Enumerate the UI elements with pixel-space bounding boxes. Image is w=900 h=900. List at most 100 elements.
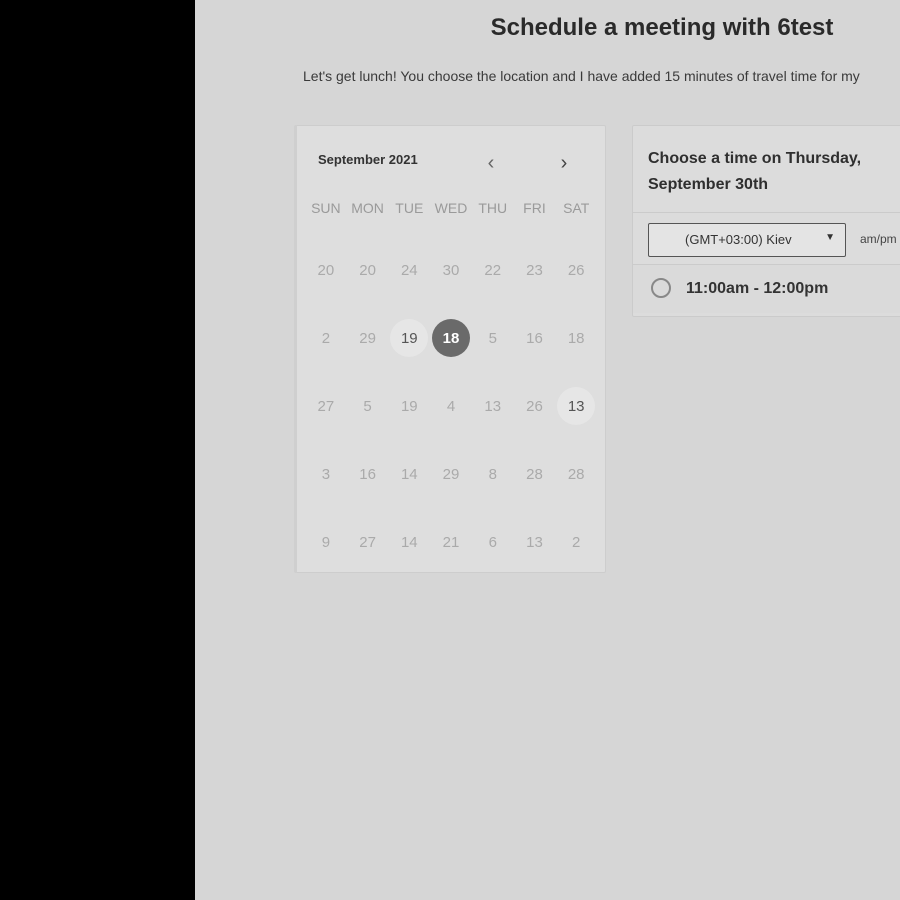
calendar-day: 2 [305,304,347,372]
ampm-toggle[interactable]: am/pm [860,232,897,246]
calendar-day: 24 [388,236,430,304]
weekday-header: SUN MON TUE WED THU FRI SAT [305,200,597,216]
calendar-day-number: 26 [567,261,585,279]
calendar-day-number: 13 [526,533,543,551]
calendar-day-number: 22 [484,261,502,279]
calendar-day-number: 19 [400,329,418,347]
calendar-day: 4 [430,372,472,440]
calendar-day: 27 [305,372,347,440]
chevron-right-icon[interactable]: › [554,153,574,173]
calendar-day-number: 8 [488,465,497,483]
page-subtitle: Let's get lunch! You choose the location… [303,68,860,84]
calendar: September 2021 ‹ › SUN MON TUE WED THU F… [294,125,606,573]
calendar-day-number: 27 [359,533,376,551]
weekday-label: WED [434,200,468,216]
calendar-day-selected[interactable]: 18 [430,304,472,372]
weekday-label: TUE [395,200,424,216]
calendar-week-row: 2 29 19 18 5 16 18 [305,304,597,372]
calendar-day-number: 14 [400,533,418,551]
time-slot-label: 11:00am - 12:00pm [686,280,829,297]
calendar-day: 8 [472,440,514,508]
calendar-day-number: 14 [400,465,418,483]
calendar-day: 14 [388,508,430,576]
weekday-label: FRI [523,200,546,216]
calendar-grid: 20 20 24 30 22 23 26 2 29 19 18 5 16 18 27 5 19 4 13 26 13 3 1… [305,236,597,576]
calendar-day-number: 28 [526,465,543,483]
time-slot[interactable]: 11:00am - 12:00pm [633,265,900,313]
calendar-day-number: 29 [442,465,460,483]
calendar-day-number: 16 [359,465,376,483]
calendar-day: 22 [472,236,514,304]
calendar-day: 29 [430,440,472,508]
calendar-day-number: 26 [526,397,543,415]
calendar-day: 20 [347,236,389,304]
calendar-day: 16 [347,440,389,508]
calendar-day: 26 [555,236,597,304]
calendar-day: 28 [555,440,597,508]
calendar-day: 14 [388,440,430,508]
calendar-month-label: September 2021 [318,152,418,167]
calendar-day-number: 30 [442,261,460,279]
booking-page: Schedule a meeting with 6test Let's get … [195,0,900,900]
calendar-day-number: 5 [363,397,372,415]
calendar-day-number: 19 [400,397,418,415]
calendar-day-number: 21 [442,533,460,551]
calendar-day-number: 29 [359,329,376,347]
weekday-label: SAT [563,200,590,216]
calendar-day-available[interactable]: 13 [555,372,597,440]
calendar-day: 18 [555,304,597,372]
calendar-day: 2 [555,508,597,576]
calendar-day: 26 [514,372,556,440]
calendar-day-number: 4 [446,397,456,415]
calendar-week-row: 3 16 14 29 8 28 28 [305,440,597,508]
calendar-week-row: 27 5 19 4 13 26 13 [305,372,597,440]
calendar-day: 23 [514,236,556,304]
black-side-area [0,0,195,900]
weekday-label: SUN [311,200,341,216]
calendar-day-number: 20 [317,261,335,279]
calendar-day-number: 6 [488,533,497,551]
calendar-day-number: 16 [526,329,543,347]
calendar-day-number: 13 [567,397,585,415]
calendar-day-number: 2 [321,329,331,347]
calendar-week-row: 9 27 14 21 6 13 2 [305,508,597,576]
calendar-day: 6 [472,508,514,576]
calendar-day-number: 28 [567,465,585,483]
calendar-day: 3 [305,440,347,508]
page-title: Schedule a meeting with 6test [490,14,834,41]
calendar-day: 20 [305,236,347,304]
calendar-day-number: 27 [317,397,335,415]
calendar-day: 9 [305,508,347,576]
timezone-select[interactable]: (GMT+03:00) Kiev ▼ [648,223,846,257]
calendar-day: 19 [388,372,430,440]
calendar-day: 29 [347,304,389,372]
radio-icon[interactable] [651,278,671,298]
calendar-day: 28 [514,440,556,508]
calendar-day: 30 [430,236,472,304]
calendar-day-number: 13 [484,397,502,415]
timezone-value: (GMT+03:00) Kiev [685,232,792,247]
chevron-left-icon[interactable]: ‹ [481,153,501,173]
calendar-day: 13 [514,508,556,576]
calendar-day-number: 18 [442,329,460,347]
calendar-day-number: 24 [400,261,418,279]
caret-down-icon: ▼ [825,232,835,243]
calendar-day-number: 23 [526,261,543,279]
calendar-day: 16 [514,304,556,372]
weekday-label: MON [351,200,384,216]
calendar-day-number: 5 [488,329,497,347]
calendar-day-available[interactable]: 19 [388,304,430,372]
calendar-day: 5 [347,372,389,440]
calendar-week-row: 20 20 24 30 22 23 26 [305,236,597,304]
calendar-day-number: 2 [572,533,581,551]
calendar-day: 21 [430,508,472,576]
calendar-day-number: 3 [321,465,331,483]
calendar-day-number: 20 [359,261,376,279]
calendar-day-number: 18 [567,329,585,347]
time-panel: Choose a time on Thursday, September 30t… [632,125,900,317]
weekday-label: THU [478,200,508,216]
time-panel-title: Choose a time on Thursday, September 30t… [648,150,862,193]
calendar-day: 27 [347,508,389,576]
calendar-day-number: 9 [321,533,331,551]
calendar-day: 5 [472,304,514,372]
